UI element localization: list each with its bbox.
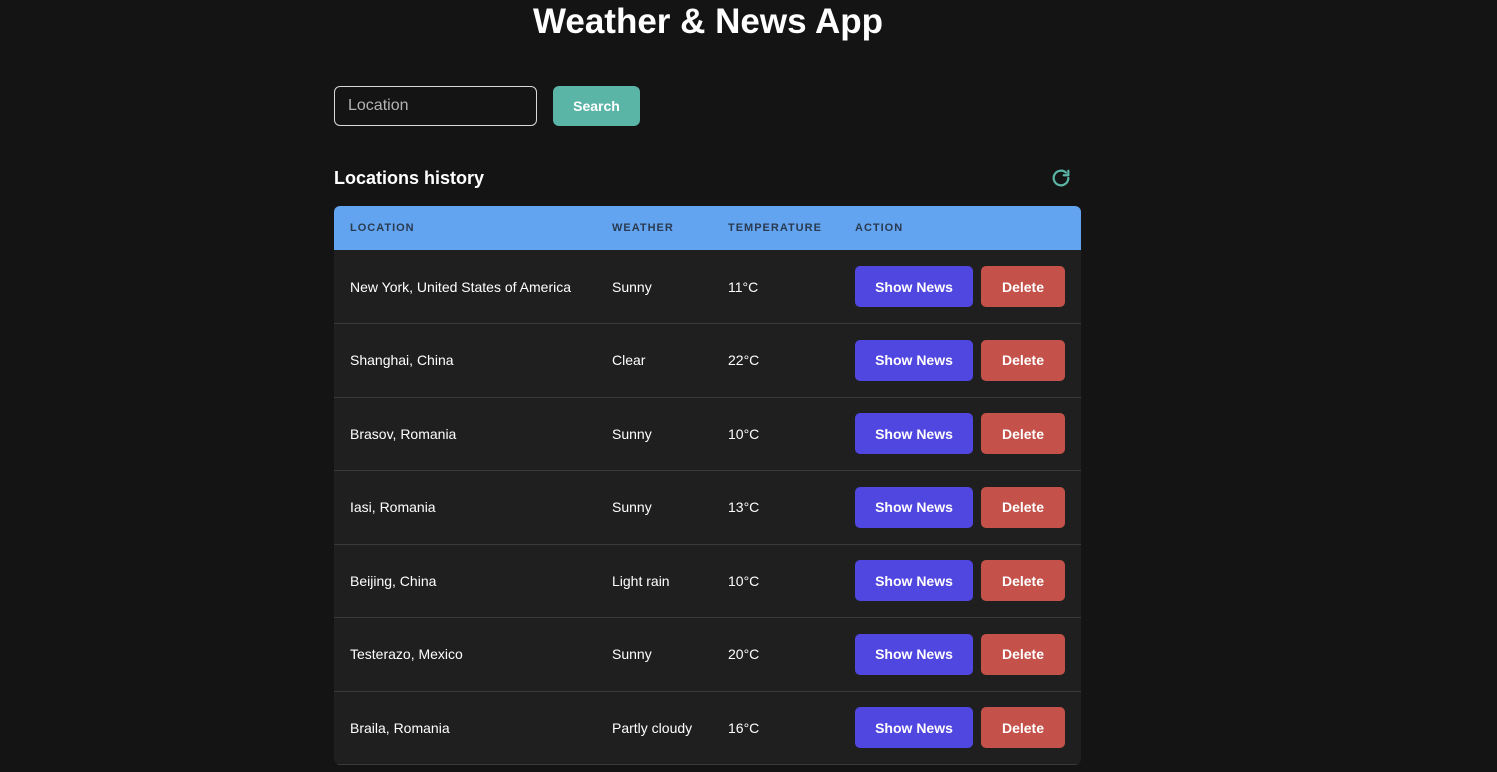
action-cell: Show News Delete — [839, 691, 1081, 765]
weather-cell: Sunny — [612, 646, 652, 663]
action-cell: Show News Delete — [839, 618, 1081, 692]
table-row: Beijing, China Light rain 10°C Show News Del… — [334, 544, 1081, 618]
location-cell: Brasov, Romania — [350, 425, 457, 442]
weather-cell: Partly cloudy — [612, 719, 693, 736]
delete-button[interactable]: Delete — [981, 413, 1065, 455]
table-row: Shanghai, China Clear 22°C Show News Delete — [334, 324, 1081, 398]
location-cell: Iasi, Romania — [350, 499, 436, 516]
delete-button[interactable]: Delete — [981, 633, 1065, 675]
action-cell: Show News Delete — [839, 544, 1081, 618]
column-header-temperature: TEMPERATURE — [728, 222, 822, 234]
show-news-button[interactable]: Show News — [855, 266, 973, 307]
location-cell: New York, United States of America — [350, 278, 571, 295]
column-header-weather: WEATHER — [612, 222, 674, 234]
temperature-cell: 13°C — [728, 499, 760, 516]
table-row: Braila, Romania Partly cloudy 16°C Show New… — [334, 691, 1081, 765]
show-news-button[interactable]: Show News — [855, 560, 973, 602]
delete-button[interactable]: Delete — [981, 560, 1065, 602]
action-cell: Show News Delete — [839, 397, 1081, 471]
locations-history-title: Locations history — [334, 168, 485, 188]
action-cell: Show News Delete — [839, 324, 1081, 398]
delete-button[interactable]: Delete — [981, 266, 1065, 307]
table-row: Brasov, Romania Sunny 10°C Show News Delete — [334, 397, 1081, 471]
weather-cell: Sunny — [612, 499, 652, 516]
column-header-location: LOCATION — [350, 222, 415, 234]
table-row: New York, United States of America Sunny 1… — [334, 250, 1081, 324]
table-header-row: LOCATION WEATHER TEMPERATURE ACTION — [334, 206, 1081, 250]
temperature-cell: 16°C — [728, 719, 760, 736]
location-cell: Shanghai, China — [350, 352, 454, 369]
temperature-cell: 10°C — [728, 425, 760, 442]
refresh-icon[interactable] — [1050, 167, 1072, 189]
temperature-cell: 20°C — [728, 646, 760, 663]
show-news-button[interactable]: Show News — [855, 339, 973, 381]
weather-cell: Light rain — [612, 572, 670, 589]
page-title: Weather & News App — [532, 2, 884, 41]
delete-button[interactable]: Delete — [981, 339, 1065, 381]
column-header-action: ACTION — [855, 222, 904, 234]
show-news-button[interactable]: Show News — [855, 707, 973, 749]
temperature-cell: 22°C — [728, 352, 760, 369]
action-cell: Show News Delete — [839, 250, 1081, 324]
temperature-cell: 11°C — [728, 278, 759, 295]
location-cell: Beijing, China — [350, 572, 437, 589]
weather-cell: Sunny — [612, 278, 652, 295]
location-cell: Braila, Romania — [350, 719, 450, 736]
table-row: Iasi, Romania Sunny 13°C Show News Delete — [334, 471, 1081, 545]
search-button[interactable]: Search — [553, 86, 640, 126]
weather-cell: Clear — [612, 352, 646, 369]
action-cell: Show News Delete — [839, 471, 1081, 545]
show-news-button[interactable]: Show News — [855, 413, 973, 455]
show-news-button[interactable]: Show News — [855, 486, 973, 528]
locations-history-table: LOCATION WEATHER TEMPERATURE ACTION New … — [334, 206, 1081, 765]
table-row: Testerazo, Mexico Sunny 20°C Show News Delet… — [334, 618, 1081, 692]
search-input[interactable] — [334, 86, 537, 126]
delete-button[interactable]: Delete — [981, 486, 1065, 528]
delete-button[interactable]: Delete — [981, 707, 1065, 749]
location-cell: Testerazo, Mexico — [350, 646, 463, 663]
temperature-cell: 10°C — [728, 572, 760, 589]
weather-cell: Sunny — [612, 425, 652, 442]
show-news-button[interactable]: Show News — [855, 633, 973, 675]
